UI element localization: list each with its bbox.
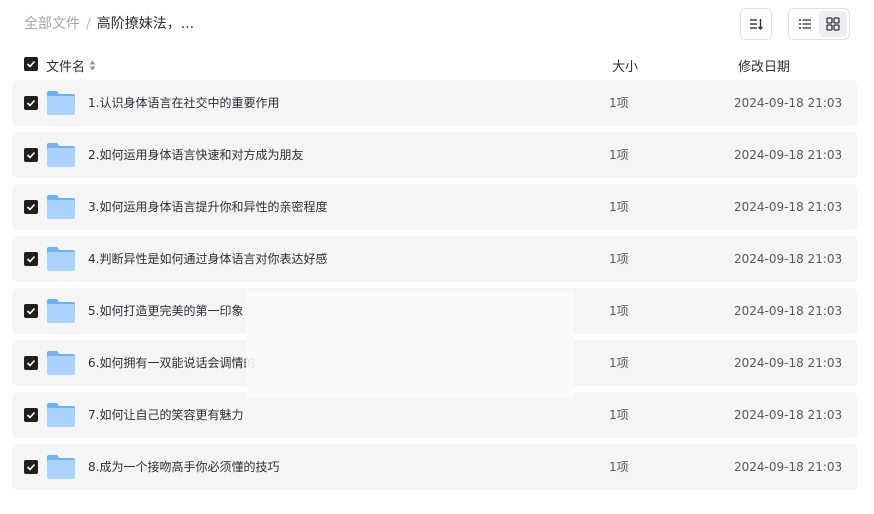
grid-view-button[interactable] [819, 11, 847, 37]
file-name[interactable]: 6.如何拥有一双能说话会调情的 [88, 355, 255, 371]
row-checkbox[interactable] [24, 304, 38, 318]
list-view-icon [799, 19, 811, 29]
column-header-name-label: 文件名 [46, 60, 86, 75]
row-checkbox[interactable] [24, 460, 38, 474]
view-toggle [788, 8, 850, 40]
check-icon [26, 463, 36, 471]
file-modified-date: 2024-09-18 21:03 [734, 356, 843, 370]
top-bar: 全部文件 / 高阶撩妹法，... [0, 0, 874, 48]
file-size: 1项 [609, 200, 629, 214]
sort-button[interactable] [740, 8, 772, 40]
grid-view-icon [826, 17, 840, 31]
folder-icon [47, 455, 75, 479]
select-all-checkbox[interactable] [24, 57, 38, 71]
file-modified-date: 2024-09-18 21:03 [734, 408, 843, 422]
file-name[interactable]: 5.如何打造更完美的第一印象 [88, 303, 243, 319]
table-row[interactable]: 4.判断异性是如何通过身体语言对你表达好感 1项 2024-09-18 21:03 [12, 236, 858, 282]
table-row[interactable]: 1.认识身体语言在社交中的重要作用 1项 2024-09-18 21:03 [12, 80, 858, 126]
folder-icon [47, 195, 75, 219]
table-row[interactable]: 3.如何运用身体语言提升你和异性的亲密程度 1项 2024-09-18 21:03 [12, 184, 858, 230]
list-view-button[interactable] [791, 11, 819, 37]
check-icon [26, 60, 36, 68]
folder-icon [47, 299, 75, 323]
row-checkbox[interactable] [24, 252, 38, 266]
file-modified-date: 2024-09-18 21:03 [734, 460, 843, 474]
breadcrumb-root-link[interactable]: 全部文件 [24, 16, 80, 32]
file-name[interactable]: 1.认识身体语言在社交中的重要作用 [88, 95, 279, 111]
column-header-size[interactable]: 大小 [612, 56, 638, 75]
file-modified-date: 2024-09-18 21:03 [734, 96, 843, 110]
file-size: 1项 [609, 304, 629, 318]
file-modified-date: 2024-09-18 21:03 [734, 200, 843, 214]
table-row[interactable]: 7.如何让自己的笑容更有魅力 1项 2024-09-18 21:03 [12, 392, 858, 438]
table-row[interactable]: 5.如何打造更完美的第一印象 1项 2024-09-18 21:03 [12, 288, 858, 334]
row-checkbox[interactable] [24, 356, 38, 370]
file-name[interactable]: 7.如何让自己的笑容更有魅力 [88, 407, 243, 423]
file-name[interactable]: 4.判断异性是如何通过身体语言对你表达好感 [88, 251, 327, 267]
file-list: 1.认识身体语言在社交中的重要作用 1项 2024-09-18 21:03 2.如何运… [12, 80, 858, 496]
column-header-name[interactable]: 文件名 [46, 56, 96, 75]
table-row[interactable]: 2.如何运用身体语言快速和对方成为朋友 1项 2024-09-18 21:03 [12, 132, 858, 178]
file-size: 1项 [609, 356, 629, 370]
table-header: 文件名 大小 修改日期 [12, 50, 858, 78]
row-checkbox[interactable] [24, 96, 38, 110]
check-icon [26, 151, 36, 159]
file-name[interactable]: 2.如何运用身体语言快速和对方成为朋友 [88, 147, 303, 163]
file-size: 1项 [609, 148, 629, 162]
check-icon [26, 99, 36, 107]
row-checkbox[interactable] [24, 408, 38, 422]
folder-icon [47, 247, 75, 271]
check-icon [26, 203, 36, 211]
file-modified-date: 2024-09-18 21:03 [734, 252, 843, 266]
file-size: 1项 [609, 408, 629, 422]
sort-icon [750, 19, 763, 30]
folder-icon [47, 91, 75, 115]
row-checkbox[interactable] [24, 148, 38, 162]
check-icon [26, 359, 36, 367]
table-row[interactable]: 6.如何拥有一双能说话会调情的 1项 2024-09-18 21:03 [12, 340, 858, 386]
folder-icon [47, 403, 75, 427]
breadcrumb: 全部文件 / 高阶撩妹法，... [24, 15, 194, 33]
file-name[interactable]: 3.如何运用身体语言提升你和异性的亲密程度 [88, 199, 327, 215]
file-modified-date: 2024-09-18 21:03 [734, 148, 843, 162]
file-size: 1项 [609, 96, 629, 110]
table-row[interactable]: 8.成为一个接吻高手你必须懂的技巧 1项 2024-09-18 21:03 [12, 444, 858, 490]
folder-icon [47, 351, 75, 375]
file-size: 1项 [609, 460, 629, 474]
breadcrumb-separator: / [86, 16, 91, 32]
sort-arrows-icon [89, 60, 96, 71]
file-modified-date: 2024-09-18 21:03 [734, 304, 843, 318]
column-header-modified[interactable]: 修改日期 [738, 56, 790, 75]
check-icon [26, 307, 36, 315]
breadcrumb-current-folder: 高阶撩妹法，... [96, 16, 195, 32]
file-size: 1项 [609, 252, 629, 266]
check-icon [26, 411, 36, 419]
folder-icon [47, 143, 75, 167]
file-name[interactable]: 8.成为一个接吻高手你必须懂的技巧 [88, 459, 279, 475]
row-checkbox[interactable] [24, 200, 38, 214]
check-icon [26, 255, 36, 263]
